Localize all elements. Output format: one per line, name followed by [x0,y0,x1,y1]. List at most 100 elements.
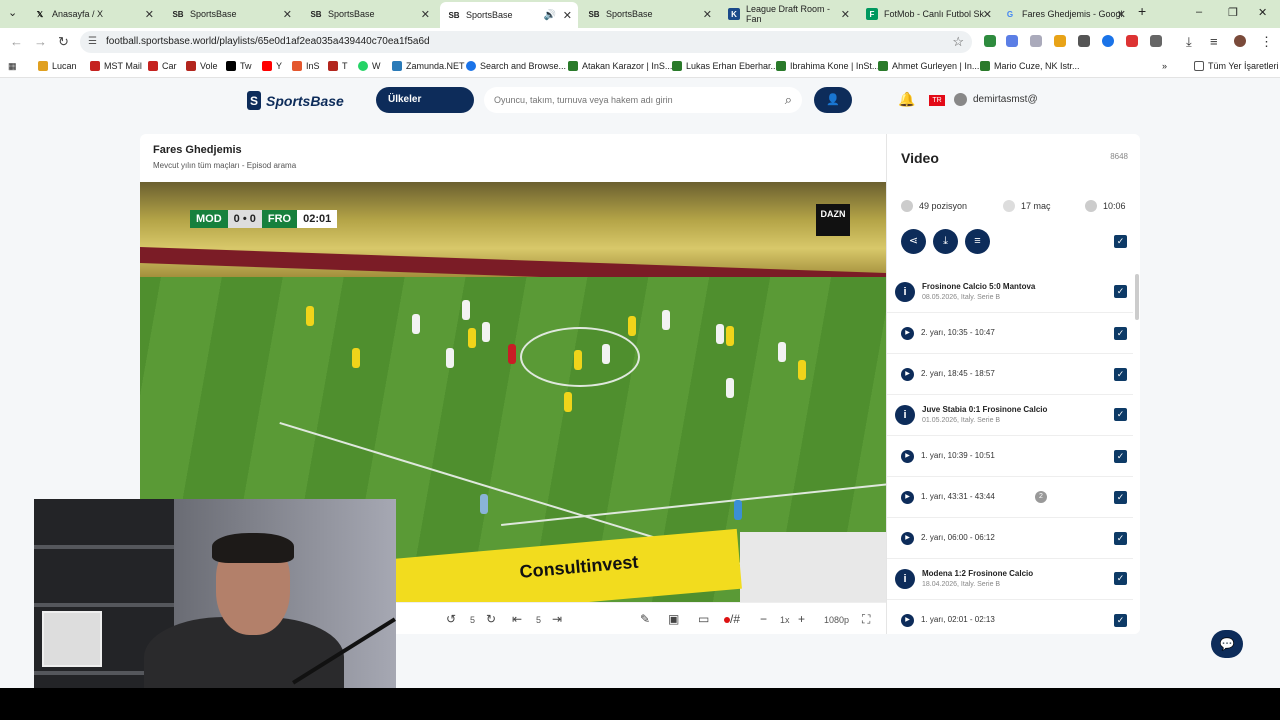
restore-icon[interactable]: ❐ [1228,6,1238,19]
player-search-button[interactable]: 👤 [814,87,852,113]
close-icon[interactable]: ✕ [983,8,992,21]
forward-icon[interactable]: → [34,34,47,49]
bookmark-7[interactable]: T [328,61,348,71]
all-bookmarks[interactable]: Tüm Yer İşaretleri [1194,61,1279,71]
back-icon[interactable]: ← [10,34,23,49]
download-button[interactable]: ⤓ [933,229,958,254]
row-checkbox[interactable]: ✓ [1114,368,1127,381]
record-draw-button[interactable]: /# [724,612,740,626]
quality-select[interactable]: 1080p [824,615,849,625]
tab-fotmob[interactable]: F FotMob - Canlı Futbol Sk ✕ [858,3,998,25]
row-checkbox[interactable]: ✓ [1114,327,1127,340]
tab-sportsbase-1[interactable]: SB SportsBase ✕ [164,3,298,25]
close-icon[interactable]: ✕ [421,8,430,21]
screenshot-icon[interactable]: ▣ [668,612,679,626]
share-button[interactable]: ⋖ [901,229,926,254]
bookmark-0[interactable]: Lucan [38,61,77,71]
tab-search-icon[interactable]: ⌄ [8,6,17,19]
extension-icon[interactable] [1102,35,1114,47]
site-info-icon[interactable]: ☰ [88,36,97,47]
bookmark-9[interactable]: Zamunda.NET [392,61,465,71]
play-icon[interactable]: ▶ [901,532,914,545]
row-checkbox[interactable]: ✓ [1114,285,1127,298]
countries-button[interactable]: Ülkeler [376,87,474,113]
row-checkbox[interactable]: ✓ [1114,450,1127,463]
extension-icon[interactable] [1030,35,1042,47]
play-icon[interactable]: ▶ [901,368,914,381]
info-icon[interactable]: i [895,569,915,589]
reload-icon[interactable]: ↻ [58,34,69,50]
tab-sportsbase-active[interactable]: SB SportsBase 🔊 ✕ [440,2,578,28]
extension-icon[interactable] [1054,35,1066,47]
extension-icon[interactable] [984,35,996,47]
close-icon[interactable]: ✕ [145,8,154,21]
clip-row[interactable]: ▶ 2. yarı, 10:35 - 10:47 ✓ [887,313,1133,354]
tab-x[interactable]: 𝕏 Anasayfa / X ✕ [26,3,160,25]
more-bookmarks-icon[interactable]: » [1162,61,1167,71]
search-icon[interactable]: ⌕ [785,92,792,108]
bookmark-1[interactable]: MST Mail [90,61,142,71]
bookmark-4[interactable]: Tw [226,61,252,71]
turkey-flag-icon[interactable]: TR [929,95,945,106]
row-checkbox[interactable]: ✓ [1114,614,1127,627]
tab-sportsbase-2[interactable]: SB SportsBase ✕ [302,3,436,25]
close-icon[interactable]: ✕ [563,9,572,22]
reading-list-icon[interactable]: ≡ [1210,34,1218,49]
rewind-icon[interactable]: ↺ [446,612,456,626]
row-checkbox[interactable]: ✓ [1114,572,1127,585]
play-icon[interactable]: ▶ [901,614,914,627]
bookmark-6[interactable]: InS [292,61,320,71]
clip-row[interactable]: ▶ 1. yarı, 02:01 - 02:13 ✓ [887,600,1133,634]
next-clip-icon[interactable]: ⇥ [552,612,562,626]
tab-sportsbase-4[interactable]: SB SportsBase ✕ [580,3,718,25]
profile-avatar[interactable] [1234,35,1246,47]
clip-row[interactable]: ▶ 2. yarı, 06:00 - 06:12 ✓ [887,518,1133,559]
bookmark-3[interactable]: Vole [186,61,218,71]
row-checkbox[interactable]: ✓ [1114,532,1127,545]
previous-clip-icon[interactable]: ⇤ [512,612,522,626]
folder-icon[interactable]: ▭ [698,612,709,626]
close-window-icon[interactable]: ✕ [1258,6,1267,19]
match-row[interactable]: i Frosinone Calcio 5:0 Mantova 08.05.202… [887,272,1133,313]
puzzle-icon[interactable] [1150,35,1162,47]
chat-button[interactable]: 💬 [1211,630,1243,658]
close-icon[interactable]: ✕ [703,8,712,21]
bookmark-12[interactable]: Lukas Erhan Eberhar... [672,61,778,71]
playlist-button[interactable]: ≡ [965,229,990,254]
panel-scrollbar[interactable] [1135,274,1139,320]
address-bar[interactable]: ☰ football.sportsbase.world/playlists/65… [80,31,972,53]
menu-icon[interactable]: ⋮ [1260,34,1273,50]
row-checkbox[interactable]: ✓ [1114,491,1127,504]
close-icon[interactable]: ✕ [841,8,850,21]
clip-row[interactable]: ▶ 1. yarı, 10:39 - 10:51 ✓ [887,436,1133,477]
fullscreen-icon[interactable]: ⛶ [862,612,870,627]
match-row[interactable]: i Juve Stabia 0:1 Frosinone Calcio 01.05… [887,395,1133,436]
minimize-icon[interactable]: – [1196,6,1202,18]
close-icon[interactable]: ✕ [1117,8,1126,21]
bookmark-5[interactable]: Y [262,61,282,71]
playback-speed[interactable]: 1x [780,615,790,625]
download-icon[interactable]: ⤓ [1186,34,1192,50]
speaker-icon[interactable]: 🔊 [544,10,556,21]
tab-google[interactable]: G Fares Ghedjemis - Googl ✕ [996,3,1132,25]
speed-up-icon[interactable]: + [798,612,805,626]
bookmark-13[interactable]: Ibrahima Kone | InSt... [776,61,879,71]
forward-icon[interactable]: ↻ [486,612,496,626]
info-icon[interactable]: i [895,405,915,425]
pen-icon[interactable]: ✎ [640,612,650,626]
row-checkbox[interactable]: ✓ [1114,408,1127,421]
clip-row[interactable]: ▶ 2. yarı, 18:45 - 18:57 ✓ [887,354,1133,395]
bookmark-11[interactable]: Atakan Karazor | InS... [568,61,672,71]
bookmark-14[interactable]: Ahmet Gurleyen | In... [878,61,979,71]
play-icon[interactable]: ▶ [901,450,914,463]
select-all-checkbox[interactable]: ✓ [1114,235,1127,248]
search-input[interactable] [494,92,764,108]
new-tab-icon[interactable]: + [1138,3,1146,19]
play-icon[interactable]: ▶ [901,491,914,504]
info-icon[interactable]: i [895,282,915,302]
match-row[interactable]: i Modena 1:2 Frosinone Calcio 18.04.2026… [887,559,1133,600]
extension-icon[interactable] [1078,35,1090,47]
bookmark-star-icon[interactable]: ☆ [952,34,964,50]
translate-icon[interactable] [1006,35,1018,47]
extension-icon[interactable] [1126,35,1138,47]
